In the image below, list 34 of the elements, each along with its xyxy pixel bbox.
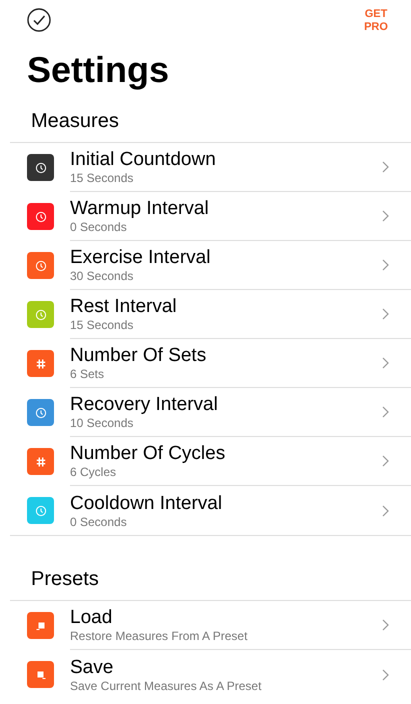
item-title[interactable]: Exercise Interval [70,247,382,269]
item-value: Restore Measures From A Preset [70,629,248,643]
chevron-right-icon[interactable] [382,259,389,271]
item-title[interactable]: Number Of Cycles [70,443,382,465]
item-title[interactable]: Save [70,656,382,678]
item-value: 0 Seconds [70,514,128,528]
chevron-right-icon[interactable] [382,357,389,369]
item-title[interactable]: Number Of Sets [70,345,382,367]
chevron-right-icon[interactable] [382,504,389,516]
item-value: 0 Seconds [70,220,128,234]
item-title[interactable]: Load [70,607,382,629]
chevron-right-icon[interactable] [382,308,389,320]
item-title[interactable]: Initial Countdown [70,149,382,171]
item-value: 15 Seconds [70,318,134,332]
section-heading: Measures [31,109,120,134]
page-title: Settings [27,48,170,92]
chevron-right-icon[interactable] [382,619,389,631]
section-heading: Presets [31,567,100,592]
item-value: 30 Seconds [70,269,134,283]
item-title[interactable]: Rest Interval [70,296,382,318]
item-title[interactable]: Warmup Interval [70,198,382,220]
item-value: 10 Seconds [70,416,134,430]
item-title[interactable]: Recovery Interval [70,394,382,416]
item-value: 6 Sets [70,367,106,381]
checkmark-circle-icon[interactable] [27,8,51,32]
chevron-right-icon[interactable] [382,210,389,222]
chevron-right-icon[interactable] [382,161,389,173]
chevron-right-icon[interactable] [382,455,389,467]
item-title[interactable]: Cooldown Interval [70,492,382,514]
item-value: Save Current Measures As A Preset [70,678,262,692]
item-value: 15 Seconds [70,171,134,185]
chevron-right-icon[interactable] [382,668,389,680]
item-value: 6 Cycles [70,465,118,479]
chevron-right-icon[interactable] [382,406,389,418]
